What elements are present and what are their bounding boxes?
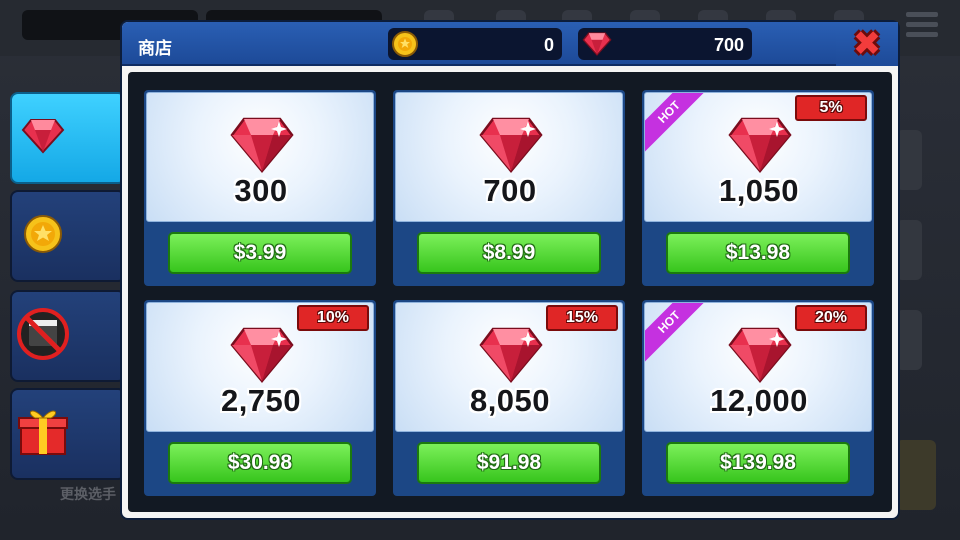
gem-icon (478, 115, 544, 175)
gem-amount: 700 (483, 173, 537, 208)
gem-amount: 300 (234, 173, 288, 208)
discount-badge: 10% (297, 305, 369, 331)
coin-icon (23, 214, 63, 259)
product-card[interactable]: 300 $3.99 (144, 90, 376, 286)
discount-badge: 5% (795, 95, 867, 121)
coin-balance: 0 (388, 28, 562, 60)
gem-icon (582, 31, 612, 62)
gem-icon (21, 118, 65, 159)
gift-icon (15, 406, 71, 463)
background-panel (896, 220, 922, 280)
gem-amount: 2,750 (220, 383, 302, 418)
hot-ribbon: HOT (645, 93, 713, 156)
gem-amount: 8,050 (469, 383, 551, 418)
coin-icon (392, 31, 418, 62)
discount-badge: 20% (795, 305, 867, 331)
product-display: 300 (146, 92, 374, 222)
gem-icon (229, 325, 295, 385)
background-panel (896, 310, 922, 370)
gem-amount: 1,050 (718, 173, 800, 208)
background-panel (896, 440, 936, 510)
shop-header: 商店 0 700 ✖ (122, 22, 898, 66)
tab-gifts[interactable] (10, 388, 126, 480)
gem-amount: 12,000 (710, 383, 808, 418)
tab-no-ads[interactable] (10, 290, 126, 382)
buy-button[interactable]: $8.99 (417, 232, 601, 274)
buy-button[interactable]: $139.98 (666, 442, 850, 484)
tab-gems[interactable] (10, 92, 126, 184)
buy-button[interactable]: $3.99 (168, 232, 352, 274)
background-menu-icon (906, 12, 938, 40)
gem-icon (727, 325, 793, 385)
product-display: 12,000 HOT 20% (644, 302, 872, 432)
product-display: 8,050 15% (395, 302, 623, 432)
discount-badge: 15% (546, 305, 618, 331)
background-change-player-label: 更换选手 (60, 486, 116, 502)
gem-icon (229, 115, 295, 175)
close-icon: ✖ (852, 25, 882, 63)
product-card[interactable]: 2,750 10% $30.98 (144, 300, 376, 496)
shop-dialog: 商店 0 700 ✖ 300 $3.99 700 $8.99 1,050 HOT… (122, 22, 898, 518)
no-ads-icon (17, 307, 69, 365)
product-card[interactable]: 1,050 HOT 5% $13.98 (642, 90, 874, 286)
product-display: 2,750 10% (146, 302, 374, 432)
buy-button[interactable]: $91.98 (417, 442, 601, 484)
tab-coins[interactable] (10, 190, 126, 282)
product-card[interactable]: 700 $8.99 (393, 90, 625, 286)
product-display: 700 (395, 92, 623, 222)
product-card[interactable]: 8,050 15% $91.98 (393, 300, 625, 496)
buy-button[interactable]: $30.98 (168, 442, 352, 484)
gem-balance: 700 (578, 28, 752, 60)
close-button[interactable]: ✖ (836, 22, 898, 66)
coin-balance-value: 0 (543, 35, 554, 55)
background-panel (896, 130, 922, 190)
shop-title: 商店 (138, 39, 172, 58)
buy-button[interactable]: $13.98 (666, 232, 850, 274)
gem-icon (478, 325, 544, 385)
gem-balance-value: 700 (713, 35, 744, 55)
product-display: 1,050 HOT 5% (644, 92, 872, 222)
product-grid: 300 $3.99 700 $8.99 1,050 HOT 5% $13.98 2,750 10%… (128, 72, 892, 512)
hot-ribbon: HOT (645, 303, 713, 366)
gem-icon (727, 115, 793, 175)
product-card[interactable]: 12,000 HOT 20% $139.98 (642, 300, 874, 496)
